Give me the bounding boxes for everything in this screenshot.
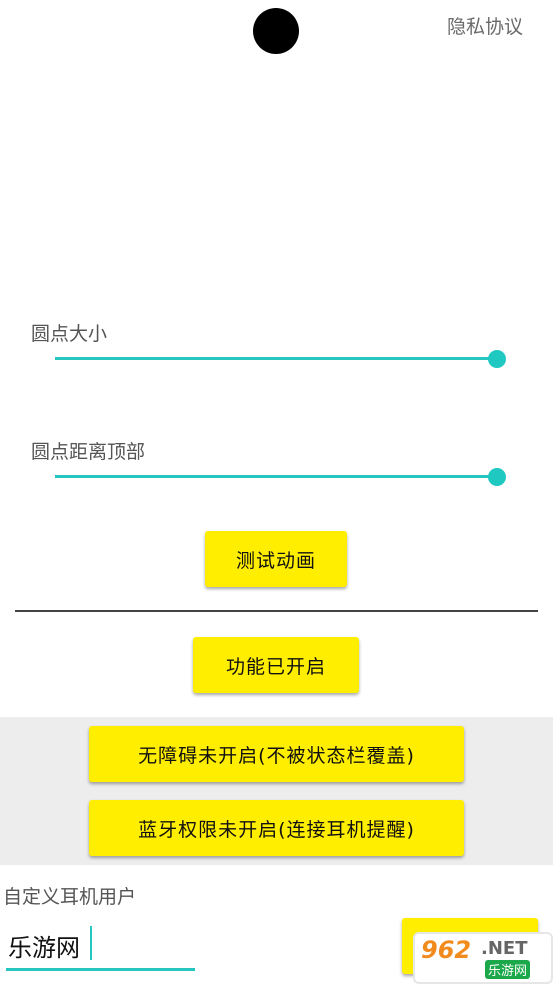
site-watermark-logo: 962 .NET 乐游网: [413, 932, 553, 984]
privacy-policy-link[interactable]: 隐私协议: [447, 12, 523, 39]
watermark-site: 乐游网: [485, 960, 531, 979]
watermark-number: 962: [421, 936, 472, 964]
divider: [15, 610, 538, 612]
dot-distance-label: 圆点距离顶部: [31, 441, 146, 463]
text-caret: [90, 926, 92, 960]
dot-size-label: 圆点大小: [31, 323, 108, 345]
dot-size-slider-thumb[interactable]: [488, 350, 506, 368]
indicator-dot: [253, 8, 299, 54]
custom-user-label: 自定义耳机用户: [3, 886, 137, 908]
dot-distance-slider[interactable]: [55, 475, 497, 478]
dot-size-slider[interactable]: [55, 357, 497, 360]
test-animation-button[interactable]: 测试动画: [205, 531, 347, 587]
watermark-net: .NET: [481, 938, 528, 959]
dot-distance-slider-thumb[interactable]: [488, 468, 506, 486]
feature-status-button[interactable]: 功能已开启: [193, 637, 359, 693]
accessibility-button[interactable]: 无障碍未开启(不被状态栏覆盖): [89, 726, 464, 782]
custom-user-input-value: 乐游网: [8, 934, 80, 962]
custom-user-input[interactable]: 乐游网: [6, 922, 195, 971]
bluetooth-permission-button[interactable]: 蓝牙权限未开启(连接耳机提醒): [89, 800, 464, 856]
